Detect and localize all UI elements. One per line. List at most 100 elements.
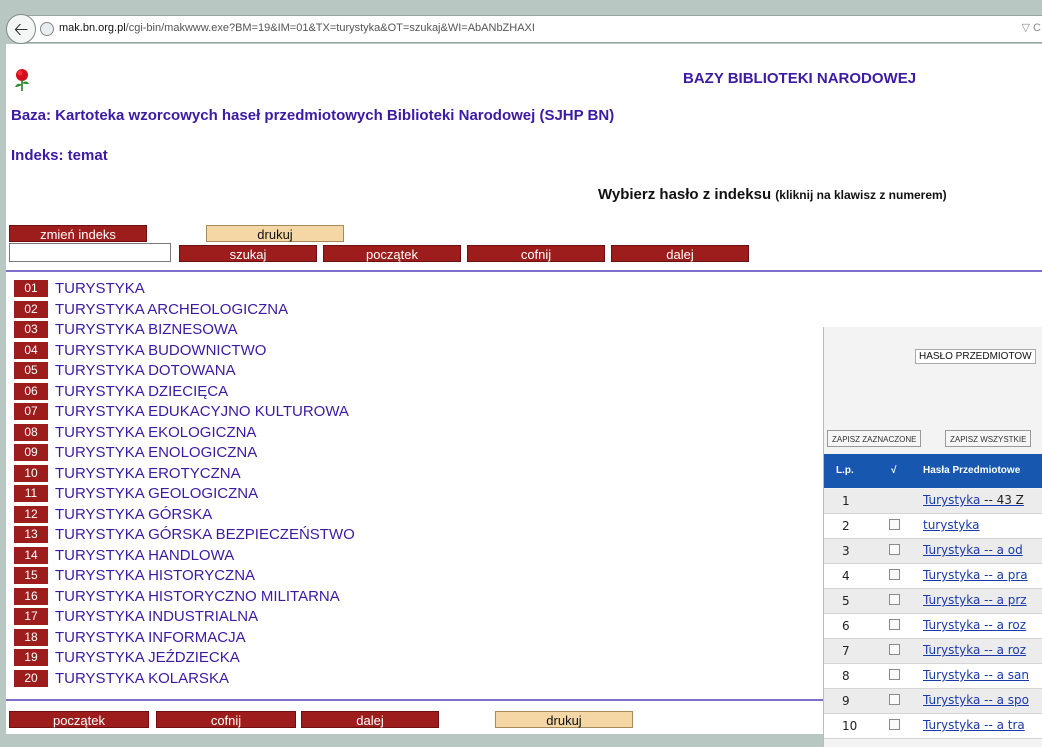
- row-lp: 2: [842, 519, 850, 533]
- address-bar[interactable]: 🡠 mak.bn.org.pl/cgi-bin/makwww.exe?BM=19…: [6, 14, 1042, 44]
- row-checkbox[interactable]: [889, 669, 900, 680]
- entry-term: TURYSTYKA GÓRSKA BEZPIECZEŃSTWO: [55, 526, 355, 544]
- list-item[interactable]: 14 TURYSTYKA HANDLOWA: [14, 546, 234, 567]
- entry-number-button[interactable]: 14: [14, 546, 48, 564]
- entry-number-button[interactable]: 06: [14, 382, 48, 400]
- start-button-top[interactable]: początek: [323, 245, 461, 262]
- change-index-button[interactable]: zmień indeks: [9, 225, 147, 242]
- save-selected-button[interactable]: ZAPISZ ZAZNACZONE: [827, 430, 922, 447]
- back-button-bottom[interactable]: cofnij: [156, 711, 296, 728]
- list-item[interactable]: 03 TURYSTYKA BIZNESOWA: [14, 321, 238, 341]
- list-item[interactable]: 10 TURYSTYKA EROTYCZNA: [14, 464, 241, 485]
- entry-term: TURYSTYKA: [55, 280, 145, 298]
- row-checkbox[interactable]: [889, 694, 900, 705]
- row-link[interactable]: Turystyka -- a spo: [923, 693, 1029, 707]
- row-link[interactable]: Turystyka -- a roz: [923, 643, 1026, 657]
- row-link[interactable]: Turystyka -- a od: [923, 543, 1023, 557]
- list-item[interactable]: 13 TURYSTYKA GÓRSKA BEZPIECZEŃSTWO: [14, 526, 355, 546]
- back-button-top[interactable]: cofnij: [467, 245, 605, 262]
- next-button-top[interactable]: dalej: [611, 245, 749, 262]
- reload-icon[interactable]: ▽ C: [1022, 21, 1041, 34]
- entry-number-button[interactable]: 05: [14, 362, 48, 380]
- list-item[interactable]: 04 TURYSTYKA BUDOWNICTWO: [14, 341, 266, 362]
- entry-number-button[interactable]: 19: [14, 649, 48, 667]
- row-checkbox[interactable]: [889, 619, 900, 630]
- url-text[interactable]: mak.bn.org.pl/cgi-bin/makwww.exe?BM=19&I…: [59, 22, 535, 34]
- row-lp: 7: [842, 644, 850, 658]
- entry-number-button[interactable]: 18: [14, 628, 48, 646]
- save-all-button[interactable]: ZAPISZ WSZYSTKIE: [945, 430, 1032, 447]
- table-row: 3 Turystyka -- a od: [824, 539, 1042, 564]
- entry-number-button[interactable]: 03: [14, 321, 48, 339]
- entry-number-button[interactable]: 12: [14, 505, 48, 523]
- entry-term: TURYSTYKA ENOLOGICZNA: [55, 444, 258, 462]
- row-checkbox[interactable]: [889, 569, 900, 580]
- list-item[interactable]: 17 TURYSTYKA INDUSTRIALNA: [14, 608, 258, 628]
- row-checkbox[interactable]: [889, 644, 900, 655]
- entry-term: TURYSTYKA GÓRSKA: [55, 505, 213, 523]
- search-input[interactable]: [9, 243, 171, 262]
- list-item[interactable]: 09 TURYSTYKA ENOLOGICZNA: [14, 444, 257, 464]
- instruction-text: Wybierz hasło z indeksu (kliknij na klaw…: [598, 186, 947, 203]
- print-button-bottom[interactable]: drukuj: [495, 711, 633, 728]
- list-item[interactable]: 08 TURYSTYKA EKOLOGICZNA: [14, 423, 256, 444]
- row-link[interactable]: Turystyka -- 43 Z: [923, 493, 1024, 507]
- overlay-results-panel: HASŁO PRZEDMIOTOW ZAPISZ ZAZNACZONE ZAPI…: [823, 327, 1042, 747]
- row-link[interactable]: Turystyka -- a pra: [923, 568, 1028, 582]
- entry-term: TURYSTYKA INFORMACJA: [55, 628, 246, 646]
- row-link-text[interactable]: Turystyka: [923, 493, 980, 507]
- row-lp: 4: [842, 569, 850, 583]
- entry-number-button[interactable]: 20: [14, 669, 48, 687]
- row-link[interactable]: Turystyka -- a tra: [923, 718, 1025, 732]
- row-link[interactable]: turystyka: [923, 518, 980, 532]
- row-checkbox[interactable]: [889, 719, 900, 730]
- list-item[interactable]: 18 TURYSTYKA INFORMACJA: [14, 628, 246, 649]
- list-item[interactable]: 02 TURYSTYKA ARCHEOLOGICZNA: [14, 300, 288, 321]
- row-checkbox[interactable]: [889, 544, 900, 555]
- list-item[interactable]: 06 TURYSTYKA DZIECIĘCA: [14, 382, 228, 403]
- browser-window: 🡠 mak.bn.org.pl/cgi-bin/makwww.exe?BM=19…: [0, 0, 1042, 747]
- list-item[interactable]: 19 TURYSTYKA JEŹDZIECKA: [14, 649, 240, 669]
- row-link-rest: -- 43 Z: [980, 493, 1024, 507]
- table-row: 4 Turystyka -- a pra: [824, 564, 1042, 589]
- list-item[interactable]: 01 TURYSTYKA: [14, 280, 145, 300]
- list-item[interactable]: 07 TURYSTYKA EDUKACYJNO KULTUROWA: [14, 403, 349, 423]
- print-button-top[interactable]: drukuj: [206, 225, 344, 242]
- entry-number-button[interactable]: 07: [14, 403, 48, 421]
- entry-number-button[interactable]: 13: [14, 526, 48, 544]
- list-item[interactable]: 15 TURYSTYKA HISTORYCZNA: [14, 567, 255, 587]
- back-arrow-icon[interactable]: 🡠: [6, 14, 36, 44]
- column-header-lp: L.p.: [836, 465, 854, 476]
- table-row: 6 Turystyka -- a roz: [824, 614, 1042, 639]
- table-row: 7 Turystyka -- a roz: [824, 639, 1042, 664]
- list-item[interactable]: 20 TURYSTYKA KOLARSKA: [14, 669, 229, 690]
- entry-number-button[interactable]: 09: [14, 444, 48, 462]
- instruction-main: Wybierz hasło z indeksu: [598, 186, 772, 203]
- row-lp: 3: [842, 544, 850, 558]
- entry-number-button[interactable]: 10: [14, 464, 48, 482]
- row-link[interactable]: Turystyka -- a prz: [923, 593, 1027, 607]
- search-button[interactable]: szukaj: [179, 245, 317, 262]
- url-host: mak.bn.org.pl: [59, 22, 126, 34]
- row-checkbox[interactable]: [889, 519, 900, 530]
- row-checkbox[interactable]: [889, 594, 900, 605]
- entry-number-button[interactable]: 02: [14, 300, 48, 318]
- entry-number-button[interactable]: 04: [14, 341, 48, 359]
- list-item[interactable]: 05 TURYSTYKA DOTOWANA: [14, 362, 236, 382]
- list-item[interactable]: 16 TURYSTYKA HISTORYCZNO MILITARNA: [14, 587, 340, 608]
- row-link[interactable]: Turystyka -- a roz: [923, 618, 1026, 632]
- entry-number-button[interactable]: 11: [14, 485, 48, 503]
- entry-number-button[interactable]: 15: [14, 567, 48, 585]
- row-link[interactable]: Turystyka -- a san: [923, 668, 1029, 682]
- start-button-bottom[interactable]: początek: [9, 711, 149, 728]
- row-lp: 9: [842, 694, 850, 708]
- entry-number-button[interactable]: 16: [14, 587, 48, 605]
- next-button-bottom[interactable]: dalej: [301, 711, 439, 728]
- database-name: Baza: Kartoteka wzorcowych haseł przedmi…: [11, 107, 615, 124]
- entry-number-button[interactable]: 08: [14, 423, 48, 441]
- entry-term: TURYSTYKA BIZNESOWA: [55, 321, 238, 339]
- entry-number-button[interactable]: 01: [14, 280, 48, 298]
- entry-number-button[interactable]: 17: [14, 608, 48, 626]
- list-item[interactable]: 11 TURYSTYKA GEOLOGICZNA: [14, 485, 258, 505]
- list-item[interactable]: 12 TURYSTYKA GÓRSKA: [14, 505, 213, 526]
